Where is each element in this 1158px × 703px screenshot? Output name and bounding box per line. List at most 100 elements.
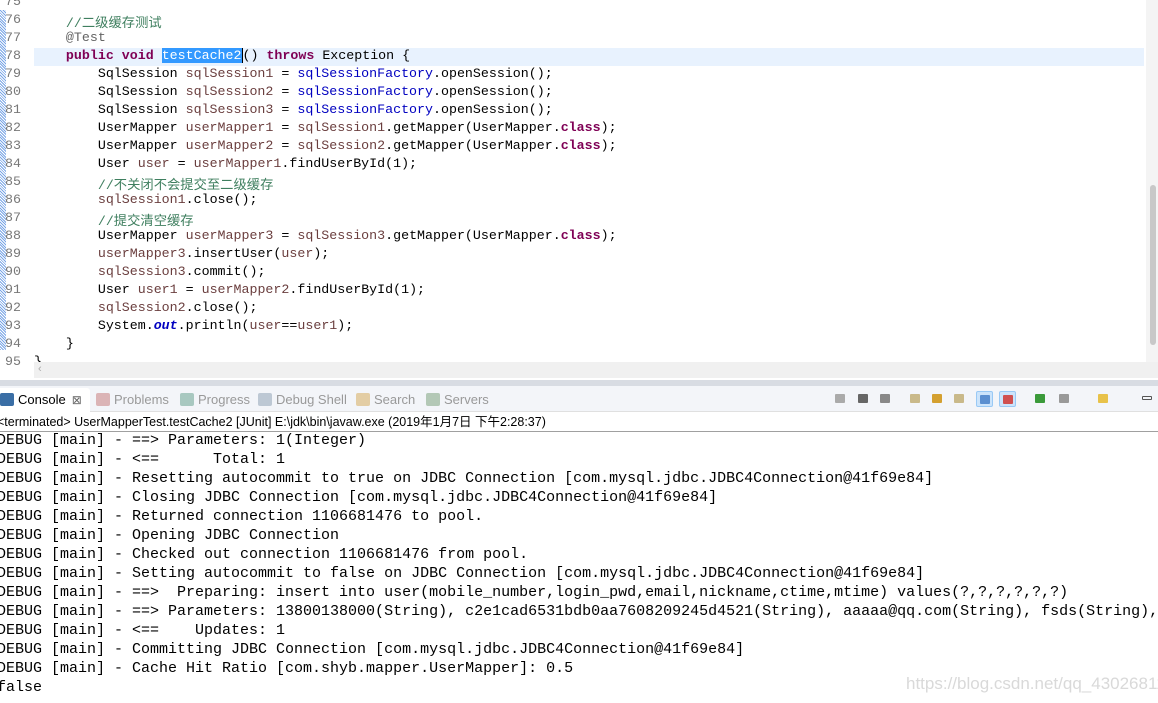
line-number: 89 [5,246,21,261]
code-token: .commit(); [185,264,266,279]
code-token: userMapper3 [97,246,186,261]
console-output[interactable]: DEBUG [main] - ==> Parameters: 1(Integer… [0,432,1158,698]
code-line[interactable]: sqlSession1.close(); [34,192,1144,210]
scroll-lock-button[interactable] [929,391,946,407]
tab-label: Console [18,392,66,407]
code-token: .getMapper(UserMapper. [385,138,561,153]
code-line[interactable]: System.out.println(user==user1); [34,318,1144,336]
scroll-left-icon[interactable]: ‹ [38,363,42,375]
code-token: SqlSession [34,102,186,117]
tab-progress[interactable]: Progress [180,390,250,410]
code-token: .openSession(); [433,66,553,81]
code-token: user [281,246,314,261]
code-line[interactable]: //不关闭不会提交至二级缓存 [34,174,1144,193]
line-number: 76 [5,12,21,27]
code-token: sqlSessionFactory [297,66,433,81]
code-token: } [34,336,74,351]
clear-console-icon [910,394,920,403]
code-token: sqlSession3 [185,102,274,117]
console-tab-bar: Console ⊠ Problems Progress Debug Shell Searc… [0,386,1158,412]
code-token: ); [600,120,617,135]
console-line: DEBUG [main] - <== Total: 1 [0,451,286,468]
code-line[interactable]: public void testCache2() throws Exceptio… [34,48,1144,66]
code-token: = [177,282,202,297]
show-on-stdout-icon [980,395,990,404]
code-line[interactable]: sqlSession3.commit(); [34,264,1144,282]
word-wrap-button[interactable] [951,391,968,407]
minimize-icon [1142,396,1152,400]
code-area[interactable]: //二级缓存测试 @Test public void testCache2() … [34,0,1144,372]
code-token: @Test [65,30,106,45]
code-token: sqlSessionFactory [297,84,433,99]
code-line[interactable]: @Test [34,30,1144,48]
code-token: sqlSessionFactory [297,102,433,117]
terminate-icon [835,394,845,403]
code-token: public [65,48,114,63]
clear-console-button[interactable] [907,391,924,407]
code-line[interactable]: UserMapper userMapper2 = sqlSession2.get… [34,138,1144,156]
search-icon [356,393,370,406]
show-on-stdout-button[interactable] [976,391,993,407]
code-line[interactable]: SqlSession sqlSession1 = sqlSessionFacto… [34,66,1144,84]
code-line[interactable]: sqlSession2.close(); [34,300,1144,318]
code-token: userMapper2 [185,138,274,153]
code-token: userMapper3 [185,228,274,243]
show-on-stderr-button[interactable] [999,391,1016,407]
code-line[interactable]: //二级缓存测试 [34,12,1144,31]
code-line[interactable]: UserMapper userMapper3 = sqlSession3.get… [34,228,1144,246]
code-token: = [273,102,298,117]
code-line[interactable]: userMapper3.insertUser(user); [34,246,1144,264]
console-line: DEBUG [main] - <== Updates: 1 [0,622,286,639]
line-number: 91 [5,282,21,297]
tab-search[interactable]: Search [356,390,415,410]
code-token: System. [34,318,154,333]
horizontal-scrollbar[interactable]: ‹ [34,362,1158,378]
code-token: sqlSession1 [97,192,186,207]
console-icon [0,393,14,406]
code-line[interactable]: SqlSession sqlSession3 = sqlSessionFacto… [34,102,1144,120]
tab-problems[interactable]: Problems [96,390,169,410]
code-token: .openSession(); [433,84,553,99]
tab-servers[interactable]: Servers [426,390,489,410]
code-line[interactable]: SqlSession sqlSession2 = sqlSessionFacto… [34,84,1144,102]
code-token: .println( [177,318,250,333]
code-token: .getMapper(UserMapper. [385,120,561,135]
tab-console[interactable]: Console ⊠ [0,388,90,412]
open-console-button[interactable] [1095,391,1112,407]
console-line: DEBUG [main] - ==> Parameters: 138001380… [0,603,1158,620]
code-token: = [273,138,298,153]
tab-debug-shell[interactable]: Debug Shell [258,390,347,410]
code-line[interactable]: User user1 = userMapper2.findUserById(1)… [34,282,1144,300]
code-line[interactable]: //提交清空缓存 [34,210,1144,229]
minimize-button[interactable] [1139,391,1156,407]
code-token: class [560,120,601,135]
line-number: 88 [5,228,21,243]
scroll-lock-icon [932,394,942,403]
close-tab-icon[interactable]: ⊠ [72,393,82,407]
display-console-icon [1059,394,1069,403]
display-console-button[interactable] [1056,391,1073,407]
pin-console-button[interactable] [1032,391,1049,407]
word-wrap-icon [954,394,964,403]
code-line[interactable] [34,0,1144,12]
tab-label: Problems [114,392,169,407]
code-token: user [249,318,282,333]
code-token: .findUserById(1); [289,282,426,297]
code-line[interactable]: User user = userMapper1.findUserById(1); [34,156,1144,174]
terminate-button[interactable] [832,391,849,407]
code-editor[interactable]: 75 76 77 78 79 80 81 82 83 84 85 86 87 88 89 90 91 92 93 94… [0,0,1158,380]
scrollbar-thumb[interactable] [1150,185,1156,345]
code-line[interactable]: UserMapper userMapper1 = sqlSession1.get… [34,120,1144,138]
remove-all-terminated-button[interactable] [877,391,894,407]
remove-launch-button[interactable] [855,391,872,407]
vertical-scrollbar[interactable] [1146,0,1158,362]
line-number: 81 [5,102,21,117]
code-token: sqlSession3 [297,228,386,243]
code-token: userMapper1 [185,120,274,135]
progress-icon [180,393,194,406]
code-line[interactable]: } [34,336,1144,354]
